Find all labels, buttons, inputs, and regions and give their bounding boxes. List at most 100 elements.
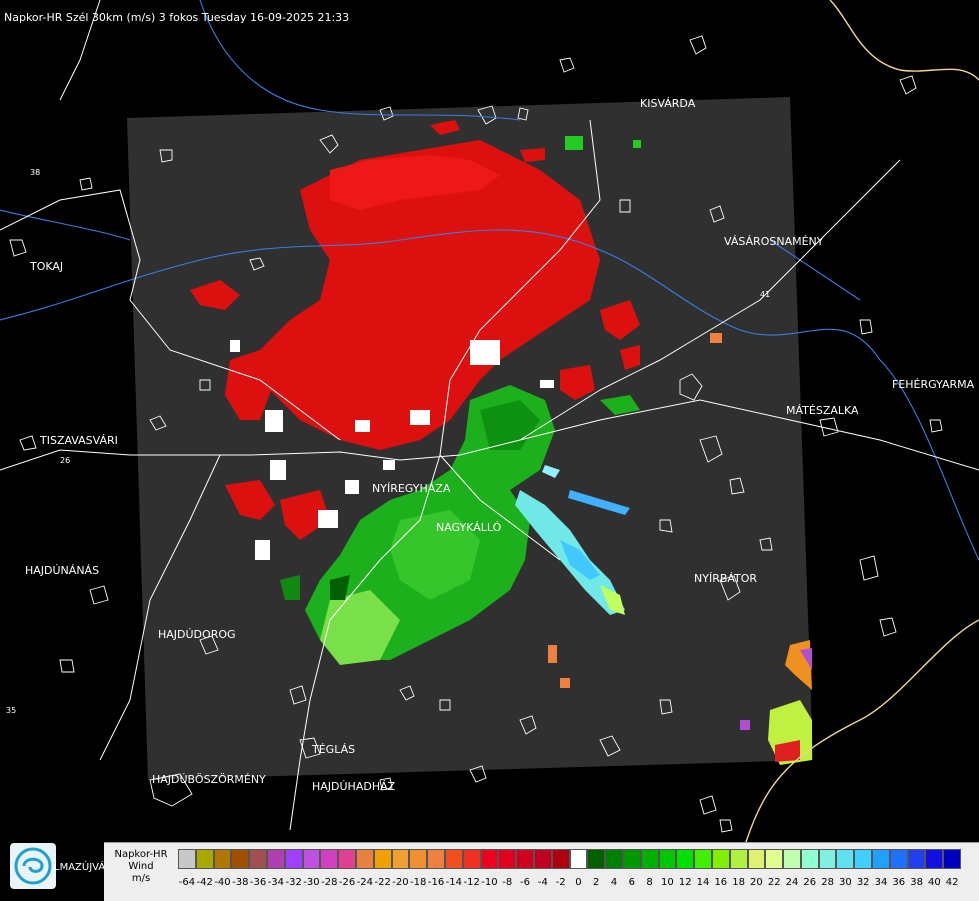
legend-tick-label: 30 (839, 877, 852, 888)
legend-swatch (676, 849, 695, 869)
legend-tick-label: 0 (575, 877, 582, 888)
legend-swatch (818, 849, 837, 869)
legend-swatch (854, 849, 873, 869)
napkor-logo-icon (10, 843, 56, 889)
legend-tick-label: 26 (803, 877, 817, 888)
legend-tick-label: 42 (945, 877, 959, 888)
legend-swatch (320, 849, 339, 869)
legend-swatch (462, 849, 481, 869)
legend-swatch (551, 849, 570, 869)
legend-tick-label: -24 (356, 877, 374, 888)
legend-swatch (338, 849, 356, 869)
legend-swatch (373, 849, 392, 869)
legend-line-2: Wind (128, 861, 154, 872)
road-number-35: 35 (6, 706, 17, 715)
map-title: Napkor-HR Szél 30km (m/s) 3 fokos Tuesda… (4, 11, 350, 24)
road-number-41: 41 (760, 290, 771, 299)
legend-swatch (889, 849, 908, 869)
legend-swatch (694, 849, 712, 869)
legend-tick-label: -32 (285, 877, 302, 888)
legend-tick-label: 18 (732, 877, 745, 888)
city-label-hajduhadhaz: HAJDÚHADHÁZ (312, 780, 396, 793)
legend-tick-label: -40 (214, 877, 231, 888)
legend-tick-label: 36 (892, 877, 906, 888)
legend-swatch (711, 849, 730, 869)
legend-swatch (391, 849, 410, 869)
legend-swatch (943, 849, 962, 869)
legend-tick-label: -38 (232, 877, 249, 888)
color-legend: Napkor-HR Wind m/s -64 -42 -40 -38 -36 -34 -32… (104, 842, 979, 901)
legend-tick-label: -18 (410, 877, 427, 888)
legend-swatch (907, 849, 926, 869)
legend-tick-label: 40 (928, 877, 941, 888)
legend-tick-label: -42 (196, 877, 213, 888)
city-label-tiszavasvari: TISZAVASVÁRI (40, 434, 118, 447)
city-label-hajdunanas: HAJDÚNÁNÁS (25, 564, 100, 577)
legend-tick-label: 10 (661, 877, 674, 888)
city-label-kisvarda: KISVÁRDA (640, 97, 696, 110)
legend-swatch (729, 849, 748, 869)
legend-tick-label: -8 (502, 877, 513, 888)
legend-swatch (516, 849, 534, 869)
legend-swatch (266, 849, 285, 869)
legend-swatch (872, 849, 890, 869)
legend-tick-label: -64 (178, 877, 196, 888)
city-label-teglas: TÉGLÁS (312, 743, 356, 756)
legend-swatch (836, 849, 855, 869)
legend-tick-label: -12 (463, 877, 480, 888)
legend-swatch (302, 849, 321, 869)
legend-line-3: m/s (131, 873, 151, 884)
legend-tick-label: 4 (610, 877, 618, 888)
legend-tick-label: -36 (249, 877, 267, 888)
legend-swatch (444, 849, 463, 869)
legend-swatch (765, 849, 784, 869)
legend-tick-label: 28 (821, 877, 834, 888)
legend-swatch (622, 849, 641, 869)
legend-tick-label: -4 (537, 877, 548, 888)
legend-swatch (587, 849, 606, 869)
legend-swatch (480, 849, 499, 869)
legend-swatch (925, 849, 944, 869)
legend-tick-label: -20 (392, 877, 409, 888)
legend-tick-label: -34 (267, 877, 285, 888)
legend-swatch (533, 849, 552, 869)
legend-tick-label: -28 (321, 877, 338, 888)
city-label-tokaj: TOKAJ (30, 260, 64, 273)
legend-swatch (231, 849, 250, 869)
legend-swatch (409, 849, 428, 869)
legend-tick-label: 22 (767, 877, 781, 888)
legend-tick-label: -6 (520, 877, 531, 888)
city-label-hajduboszormeny: HAJDÚBÖSZÖRMÉNY (152, 773, 266, 786)
city-label-hajdudorog: HAJDÚDOROG (158, 628, 236, 641)
legend-tick-label: -30 (303, 877, 320, 888)
legend-tick-label: -2 (555, 877, 566, 888)
legend-tick-label: 12 (678, 877, 692, 888)
legend-swatch (284, 849, 303, 869)
legend-tick-label: 38 (910, 877, 923, 888)
legend-swatch (605, 849, 623, 869)
road-number-26: 26 (60, 456, 71, 465)
legend-tick-label: -14 (445, 877, 463, 888)
legend-tick-label: 20 (750, 877, 763, 888)
legend-swatch (355, 849, 374, 869)
city-label-nagykallo: NAGYKÁLLÓ (436, 521, 502, 534)
legend-ticks: -64 -42 -40 -38 -36 -34 -32 -30 -28 -26 -24 -22 -20-… (178, 877, 961, 891)
legend-tick-label: -16 (427, 877, 445, 888)
legend-tick-label: 16 (714, 877, 728, 888)
legend-swatch (213, 849, 232, 869)
legend-swatch (658, 849, 677, 869)
legend-swatch (640, 849, 659, 869)
legend-tick-label: 8 (646, 877, 653, 888)
city-label-mateszalka: MÁTÉSZALKA (786, 404, 859, 417)
legend-title: Napkor-HR Wind m/s (104, 843, 178, 901)
road-number-38: 38 (30, 168, 41, 177)
legend-swatch (498, 849, 517, 869)
legend-swatch (178, 849, 196, 869)
legend-tick-label: -22 (374, 877, 391, 888)
legend-tick-label: 24 (785, 877, 799, 888)
legend-tick-label: 34 (874, 877, 888, 888)
city-label-nyirbator: NYÍRBÁTOR (694, 572, 758, 585)
city-label-nyiregyhaza: NYÍREGYHÁZA (372, 482, 451, 495)
legend-tick-label: -26 (338, 877, 356, 888)
legend-tick-label: 6 (628, 877, 635, 888)
